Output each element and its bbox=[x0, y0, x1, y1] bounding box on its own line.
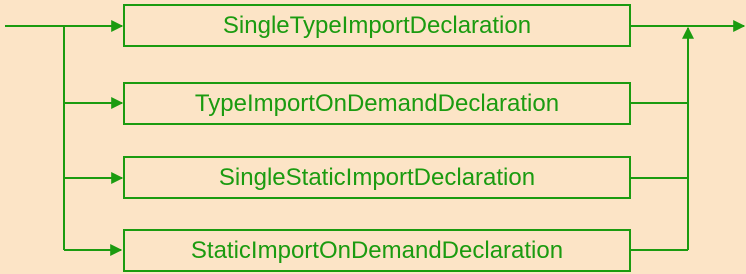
alternative-label-1: SingleTypeImportDeclaration bbox=[222, 11, 532, 39]
alternative-label-4: StaticImportOnDemandDeclaration bbox=[190, 236, 564, 264]
alternative-label-2: TypeImportOnDemandDeclaration bbox=[194, 89, 560, 117]
syntax-diagram: SingleTypeImportDeclaration TypeImportOn… bbox=[0, 0, 746, 274]
alternative-box-1: SingleTypeImportDeclaration bbox=[123, 4, 631, 47]
alternative-label-3: SingleStaticImportDeclaration bbox=[218, 163, 536, 191]
alternative-box-3: SingleStaticImportDeclaration bbox=[123, 156, 631, 199]
alternative-box-2: TypeImportOnDemandDeclaration bbox=[123, 82, 631, 125]
alternative-box-4: StaticImportOnDemandDeclaration bbox=[123, 229, 631, 272]
